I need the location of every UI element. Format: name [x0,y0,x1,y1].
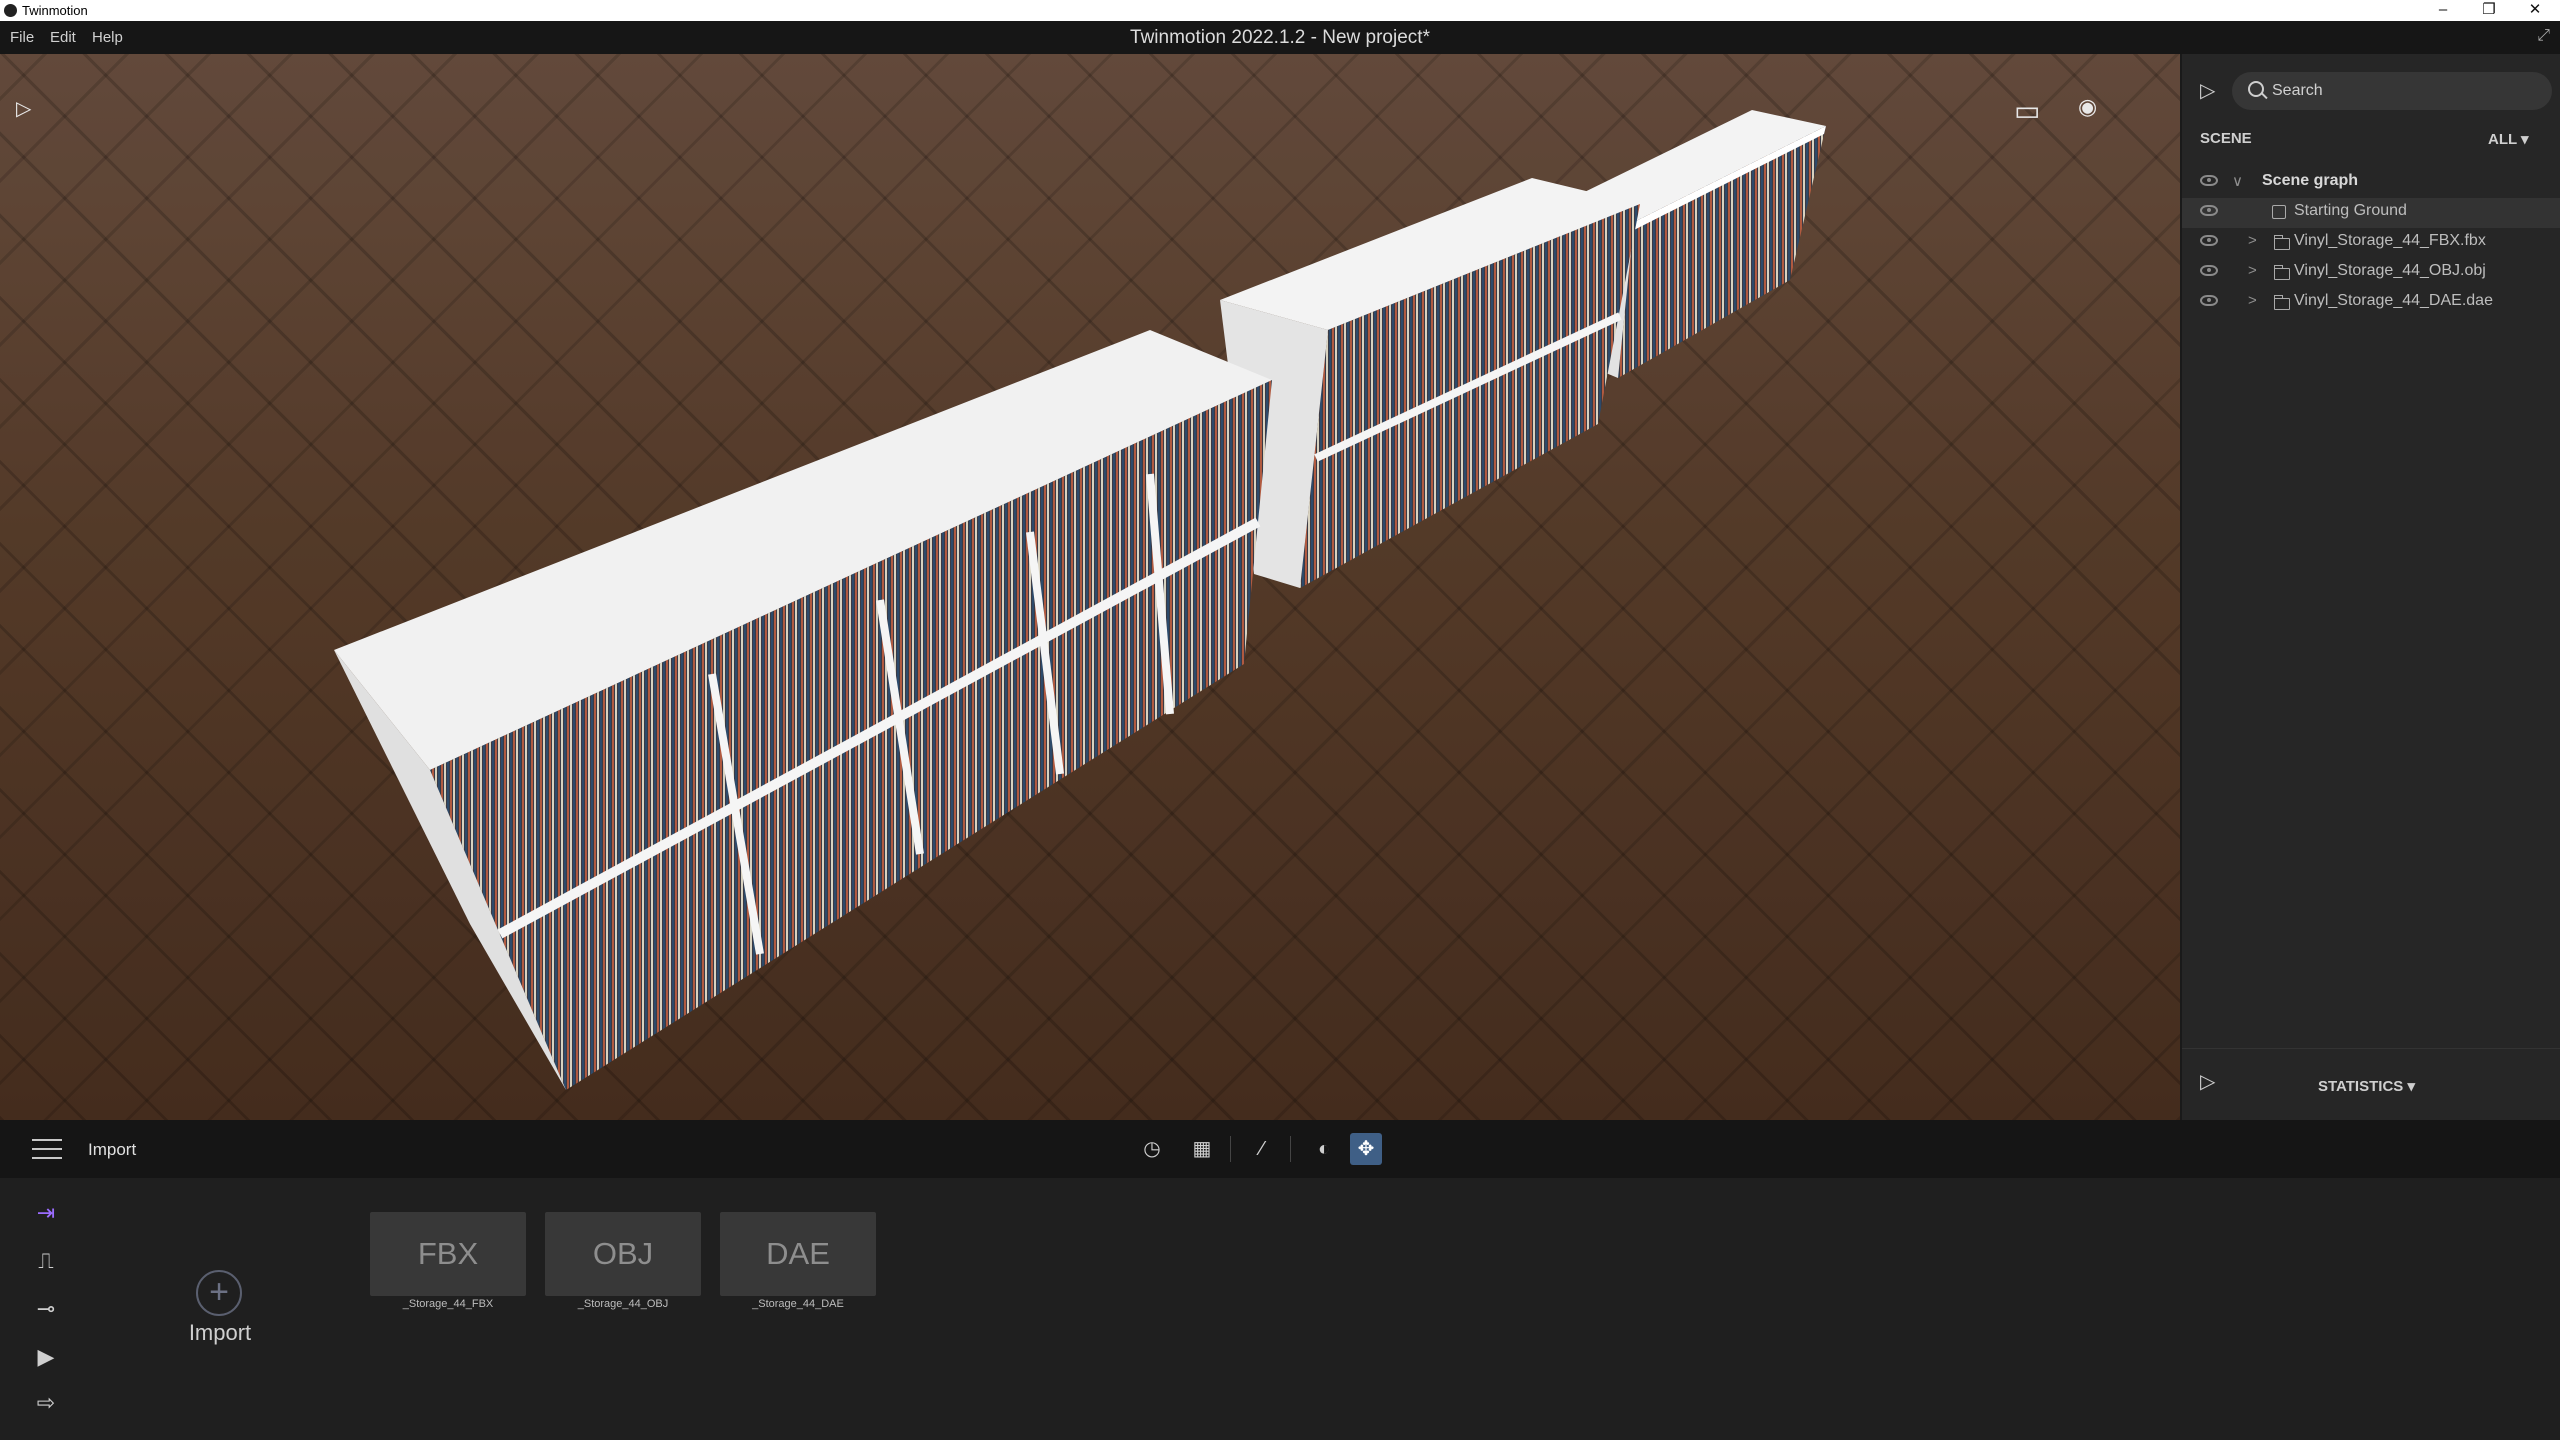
viewport-collapse-icon[interactable]: ▷ [16,96,31,121]
file-tile-obj[interactable]: OBJ [545,1212,701,1296]
ground-icon [2272,205,2286,219]
viewport-3d[interactable]: ▷ ▭ ◉ [0,54,2180,1120]
undo-icon[interactable]: ◐ [1308,1133,1340,1165]
tree-label: Scene graph [2262,172,2359,189]
import-plus-icon[interactable]: + [196,1270,242,1316]
tree-label: Vinyl_Storage_44_DAE.dae [2294,292,2493,309]
expand-chevron-icon[interactable]: > [2248,232,2257,249]
export-tab-icon[interactable]: ⇨ [28,1388,64,1418]
grid-icon[interactable]: ▦ [1186,1133,1218,1165]
context-tab-icon[interactable]: ⎍ [28,1246,64,1276]
tree-row-dae[interactable]: > Vinyl_Storage_44_DAE.dae [2182,288,2560,318]
import-panel: ⇥ ⎍ ⊸ ▶ ⇨ + Import FBX _Storage_44_FBX O… [0,1178,2560,1440]
scene-render [0,54,2180,1120]
menu-edit[interactable]: Edit [50,29,76,46]
frame-icon[interactable]: ▭ [2014,94,2040,127]
search-icon [2248,81,2264,97]
menu-help[interactable]: Help [92,29,123,46]
file-type-label: DAE [766,1236,830,1271]
tree-row-obj[interactable]: > Vinyl_Storage_44_OBJ.obj [2182,258,2560,288]
file-tile-dae[interactable]: DAE [720,1212,876,1296]
menu-bar: Twinmotion 2022.1.2 - New project* File … [0,21,2560,54]
folder-icon [2274,235,2290,250]
toolbar-divider [1290,1136,1291,1162]
scene-panel: ▷ SCENE ALL ▾ ∨ Scene graph Starting Gro… [2180,54,2560,1120]
import-tab-icon[interactable]: ⇥ [28,1198,64,1228]
file-tile-fbx[interactable]: FBX [370,1212,526,1296]
toolbar-title: Import [88,1140,137,1159]
restore-button[interactable]: ❐ [2466,0,2512,21]
file-caption: _Storage_44_FBX [402,1298,494,1310]
tree-row-scene-graph[interactable]: ∨ Scene graph [2182,168,2560,198]
time-of-day-icon[interactable]: ◷ [1136,1133,1168,1165]
fullscreen-icon[interactable]: ⤢ [2537,27,2550,45]
folder-icon [2274,295,2290,310]
import-label[interactable]: Import [180,1320,260,1346]
visibility-eye-icon[interactable] [2200,205,2218,216]
visibility-eye-icon[interactable] [2200,175,2218,186]
visibility-eye-icon[interactable] [2200,235,2218,246]
tree-label: Vinyl_Storage_44_OBJ.obj [2294,262,2486,279]
toolbar-divider [1230,1136,1231,1162]
app-icon [4,4,17,17]
move-tool-icon[interactable]: ✥ [1350,1133,1382,1165]
eyedropper-icon[interactable]: ⁄ [1246,1133,1278,1165]
hamburger-menu-icon[interactable] [32,1139,62,1159]
os-title-bar: Twinmotion – ❐ ✕ [0,0,2560,21]
expand-chevron-icon[interactable]: > [2248,262,2257,279]
statistics-dropdown[interactable]: STATISTICS ▾ [2318,1077,2415,1095]
tree-row-starting-ground[interactable]: Starting Ground [2182,198,2560,228]
visibility-eye-icon[interactable] [2200,295,2218,306]
file-type-label: FBX [417,1236,479,1271]
project-title: Twinmotion 2022.1.2 - New project* [1130,27,1430,48]
file-caption: _Storage_44_DAE [752,1298,844,1310]
media-tab-icon[interactable]: ▶ [28,1342,64,1372]
statistics-bar: ▷ STATISTICS ▾ [2182,1048,2560,1120]
collapse-chevron-icon[interactable]: ∨ [2232,172,2243,190]
bottom-toolbar: Import ◷ ▦ ⁄ ◐ ✥ [0,1120,2560,1178]
menu-file[interactable]: File [10,29,34,46]
scene-section-title: SCENE [2200,130,2252,147]
panel-collapse-icon[interactable]: ▷ [2200,78,2215,103]
file-type-label: OBJ [592,1236,654,1271]
search-box[interactable] [2232,72,2552,110]
close-button[interactable]: ✕ [2512,0,2558,21]
visibility-eye-icon[interactable] [2200,265,2218,276]
file-caption: _Storage_44_OBJ [577,1298,669,1310]
tree-row-fbx[interactable]: > Vinyl_Storage_44_FBX.fbx [2182,228,2560,258]
minimize-button[interactable]: – [2420,0,2466,21]
expand-chevron-icon[interactable]: > [2248,292,2257,309]
configure-tab-icon[interactable]: ⊸ [28,1294,64,1324]
search-input[interactable] [2272,76,2542,106]
tree-label: Vinyl_Storage_44_FBX.fbx [2294,232,2486,249]
scene-filter-dropdown[interactable]: ALL ▾ [2488,130,2529,148]
window-app-name: Twinmotion [22,3,88,18]
eye-icon[interactable]: ◉ [2078,94,2097,120]
folder-icon [2274,265,2290,280]
tree-label: Starting Ground [2294,202,2407,219]
statistics-collapse-icon[interactable]: ▷ [2200,1069,2215,1094]
